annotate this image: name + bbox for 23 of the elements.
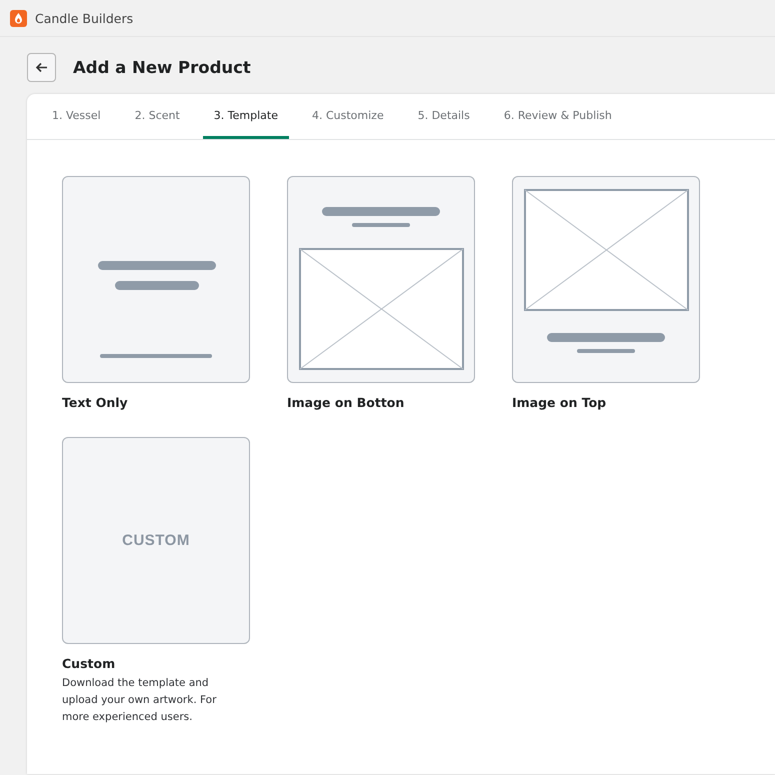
image-placeholder-icon [524,189,689,311]
template-card[interactable] [287,176,475,383]
thumbnail-label: CUSTOM [122,532,190,549]
template-card[interactable] [62,176,250,383]
step-tab[interactable]: 2. Scent [124,94,191,139]
back-arrow-icon [35,62,48,73]
step-tab[interactable]: 1. Vessel [41,94,112,139]
image-placeholder-icon [299,248,464,370]
template-description: Download the template and upload your own artwork. For more experienced users. [62,676,218,725]
step-tab[interactable]: 5. Details [406,94,481,139]
page-title: Add a New Product [73,58,251,77]
back-button[interactable] [27,53,56,82]
step-tab[interactable]: 4. Customize [300,94,395,139]
step-tab[interactable]: 3. Template [202,94,289,139]
template-name: Image on Top [512,395,608,410]
step-tab[interactable]: 6. Review & Publish [492,94,623,139]
template-card[interactable] [512,176,700,383]
flame-logo-icon [10,10,27,26]
app-title: Candle Builders [35,10,134,26]
template-name: Image on Botton [287,395,406,410]
template-name: Custom [62,656,116,671]
template-name: Text Only [62,395,129,410]
template-card[interactable]: CUSTOM [62,437,250,644]
